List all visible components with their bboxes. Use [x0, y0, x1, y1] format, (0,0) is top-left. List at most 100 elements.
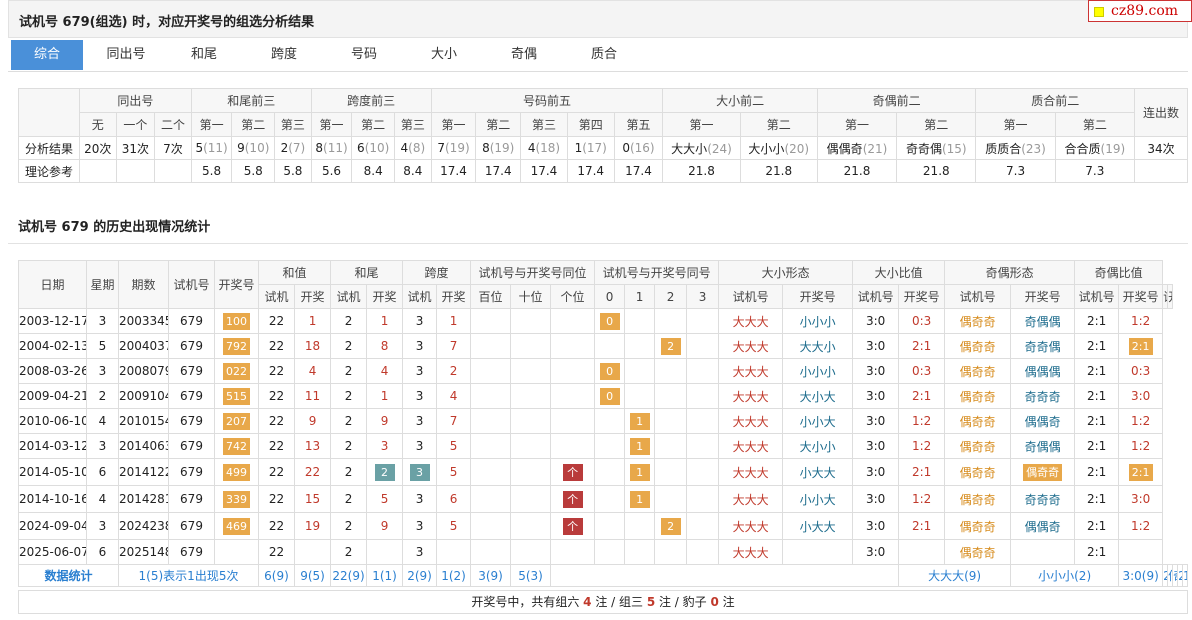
tab-1[interactable]: 同出号 — [88, 40, 164, 70]
result-cell: 合合质(19) — [1054, 136, 1135, 160]
result-cell: 8(19) — [475, 136, 522, 160]
parity-ratio-test: 2:1 — [1074, 358, 1120, 384]
size-ratio-draw — [898, 539, 946, 565]
test-number-cell: 679 — [168, 458, 215, 486]
same-num-1: 1 — [624, 408, 656, 434]
same-pos-units — [550, 433, 596, 459]
theory-cell — [154, 159, 192, 183]
tail-draw-cell: 1 — [366, 383, 404, 409]
tail-draw-cell — [366, 539, 404, 565]
tail-draw-cell: 9 — [366, 512, 404, 540]
column-header: 奇偶比值 — [1074, 260, 1164, 285]
same-pos-tens — [510, 358, 552, 384]
column-subheader: 个位 — [550, 284, 596, 309]
analysis-theory-row: 理论参考 5.8 5.8 5.8 5.6 8.4 8.4 17.4 17.4 17.4 17.4 17… — [18, 159, 1189, 183]
sum-draw-cell: 15 — [293, 485, 332, 513]
column-subheader: 开奖号 — [1167, 284, 1174, 309]
site-logo[interactable]: cz89.com — [1088, 0, 1192, 22]
issue-cell: 2009104 — [118, 383, 169, 409]
same-num-marker: 1 — [629, 412, 650, 430]
group-header: 奇偶前二 — [816, 88, 977, 113]
tail-test-cell: 2 — [330, 539, 368, 565]
tab-2[interactable]: 和尾 — [166, 40, 242, 70]
tab-6[interactable]: 奇偶 — [486, 40, 562, 70]
draw-number-cell: 339 — [214, 485, 259, 513]
size-ratio-draw: 2:1 — [898, 458, 946, 486]
parity-ratio-test: 2:1 — [1074, 539, 1120, 565]
weekday-cell: 2 — [86, 383, 119, 409]
parity-ratio-test: 2:1 — [1074, 458, 1120, 486]
tab-7[interactable]: 质合 — [566, 40, 642, 70]
column-header: 奇偶形态 — [944, 260, 1076, 285]
sum-draw-cell: 22 — [293, 458, 332, 486]
same-pos-tens — [510, 512, 552, 540]
parity-ratio-test: 2:1 — [1074, 485, 1120, 513]
span-draw-cell: 4 — [436, 383, 472, 409]
size-ratio-test: 3:0 — [852, 408, 900, 434]
tail-draw-cell: 9 — [366, 408, 404, 434]
result-cell: 4(8) — [394, 136, 432, 160]
date-cell: 2009-04-21 — [18, 383, 87, 409]
column-subheader: 开奖号 — [1010, 284, 1076, 309]
same-num-0 — [594, 512, 626, 540]
column-subheader: 开奖号 — [898, 284, 946, 309]
span-draw-cell: 5 — [436, 512, 472, 540]
tab-3[interactable]: 跨度 — [246, 40, 322, 70]
same-pos-hundreds — [470, 433, 512, 459]
parity-pattern-draw: 偶偶偶 — [1010, 358, 1076, 384]
size-ratio-draw: 2:1 — [898, 383, 946, 409]
history-header-row: 日期 星期 期数 试机号 开奖号 和值 和尾 跨度 试机号与开奖号同位 试机号与开奖号同号 大小形态… — [18, 260, 1188, 309]
size-ratio-test: 3:0 — [852, 358, 900, 384]
size-pattern-test: 大大大 — [718, 458, 784, 486]
size-pattern-test: 大大大 — [718, 308, 784, 334]
same-num-1 — [624, 539, 656, 565]
sum-draw-cell: 13 — [293, 433, 332, 459]
same-num-0 — [594, 408, 626, 434]
size-pattern-draw: 小小小 — [782, 308, 854, 334]
sub-header: 第五 — [613, 112, 664, 137]
parity-pattern-draw: 偶偶奇 — [1010, 408, 1076, 434]
test-number-cell: 679 — [168, 512, 215, 540]
parity-pattern-test: 偶奇奇 — [944, 333, 1012, 359]
span-draw-cell: 5 — [436, 433, 472, 459]
size-pattern-draw: 大小大 — [782, 383, 854, 409]
history-table: 日期 星期 期数 试机号 开奖号 和值 和尾 跨度 试机号与开奖号同位 试机号与开奖号同号 大小形态… — [18, 260, 1188, 587]
same-num-marker: 0 — [599, 362, 620, 380]
same-num-marker: 2 — [660, 337, 681, 355]
test-number-cell: 679 — [168, 333, 215, 359]
tab-0[interactable]: 综合 — [11, 40, 83, 70]
group-header: 连出数 — [1133, 88, 1189, 137]
size-ratio-test: 3:0 — [852, 539, 900, 565]
history-row: 2009-04-21 2 2009104 679 515 22 11 2 1 3 4 0 大大大 大小大 3… — [18, 383, 1188, 409]
draw-number-cell: 022 — [214, 358, 259, 384]
size-ratio-test: 3:0 — [852, 383, 900, 409]
group-header: 同出号 — [78, 88, 192, 113]
size-ratio-test: 3:0 — [852, 308, 900, 334]
test-number-cell: 679 — [168, 485, 215, 513]
same-num-1: 1 — [624, 433, 656, 459]
result-cell: 0(16) — [613, 136, 664, 160]
tab-5[interactable]: 大小 — [406, 40, 482, 70]
theory-cell: 17.4 — [566, 159, 615, 183]
size-ratio-draw: 0:3 — [898, 358, 946, 384]
tail-test-cell: 2 — [330, 308, 368, 334]
same-num-0 — [594, 433, 626, 459]
draw-number-cell: 499 — [214, 458, 259, 486]
sub-header: 第二 — [739, 112, 818, 137]
sum-test-cell: 22 — [258, 333, 295, 359]
column-subheader: 百位 — [470, 284, 512, 309]
theory-cell: 8.4 — [351, 159, 396, 183]
tab-4[interactable]: 号码 — [326, 40, 402, 70]
test-number-cell: 679 — [168, 539, 215, 565]
sub-header: 第三 — [274, 112, 312, 137]
history-row: 2008-03-26 3 2008079 679 022 22 4 2 4 3 2 0 大大大 小小小 3:… — [18, 358, 1188, 384]
sub-header: 第一 — [310, 112, 353, 137]
sub-header: 第一 — [975, 112, 1056, 137]
parity-ratio-draw: 1:2 — [1118, 512, 1164, 540]
result-cell: 31次 — [115, 136, 156, 160]
result-cell: 2(7) — [274, 136, 312, 160]
group-header: 质合前二 — [975, 88, 1135, 113]
column-subheader: 试机 — [402, 284, 438, 309]
same-pos-units — [550, 333, 596, 359]
same-pos-tens — [510, 333, 552, 359]
